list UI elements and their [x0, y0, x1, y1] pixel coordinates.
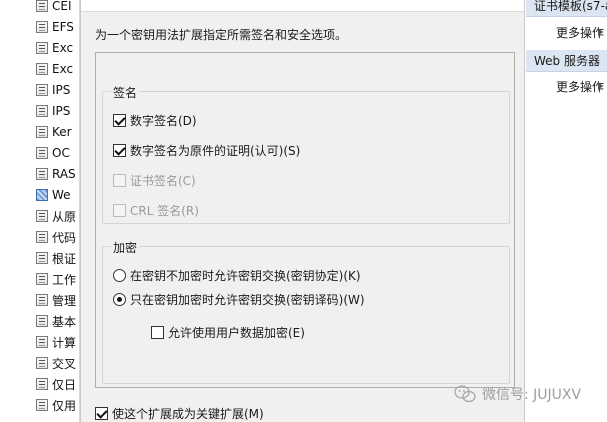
more-actions-link[interactable]: 更多操作 [556, 78, 604, 95]
certificate-template-icon [36, 294, 48, 306]
certificate-template-icon [36, 378, 48, 390]
template-list-item[interactable]: 仅用 [36, 396, 79, 414]
template-list-item-web-server[interactable]: We [36, 186, 79, 204]
more-actions-link[interactable]: 更多操作 [556, 24, 604, 41]
wechat-logo-icon [454, 385, 476, 403]
digital-signature-label: 数字签名(D) [130, 114, 197, 128]
template-list-item[interactable]: EFS [36, 18, 79, 36]
crl-signing-checkbox[interactable]: CRL 签名(R) [113, 202, 199, 219]
template-list-item[interactable]: Exc [36, 39, 79, 57]
key-agreement-label: 在密钥不加密时允许密钥交换(密钥协定)(K) [130, 269, 361, 283]
certificate-template-icon [36, 84, 48, 96]
critical-extension-label: 使这个扩展成为关键扩展(M) [112, 407, 264, 421]
template-list-item[interactable]: 计算 [36, 333, 79, 351]
user-data-encryption-checkbox[interactable]: 允许使用用户数据加密(E) [151, 324, 305, 341]
template-list-item[interactable]: CEI [36, 0, 79, 15]
template-list-item[interactable]: 根证 [36, 249, 79, 267]
dialog-header [81, 0, 524, 12]
checkbox-unchecked-icon [151, 326, 164, 339]
actions-section-header-templates[interactable]: 证书模板(s7-a [526, 0, 607, 17]
key-encipherment-label: 只在密钥加密时允许密钥交换(密钥译码)(W) [130, 293, 365, 307]
certificate-template-icon [36, 0, 48, 12]
template-list-item[interactable]: 工作 [36, 270, 79, 288]
template-list-item[interactable]: 管理 [36, 291, 79, 309]
certificate-template-icon [36, 399, 48, 411]
template-list-item[interactable]: IPS [36, 102, 79, 120]
certificate-template-icon [36, 210, 48, 222]
key-agreement-radio[interactable]: 在密钥不加密时允许密钥交换(密钥协定)(K) [113, 267, 361, 284]
critical-extension-checkbox[interactable]: 使这个扩展成为关键扩展(M) [95, 405, 264, 422]
wechat-watermark: 微信号: JUJUXV [454, 384, 581, 404]
dialog-description: 为一个密钥用法扩展指定所需签名和安全选项。 [95, 28, 348, 42]
certificate-template-icon [36, 168, 48, 180]
actions-section-title: Web 服务器 [534, 54, 600, 68]
non-repudiation-checkbox[interactable]: 数字签名为原件的证明(认可)(S) [113, 142, 300, 159]
encryption-group-title: 加密 [111, 239, 140, 256]
key-encipherment-radio[interactable]: 只在密钥加密时允许密钥交换(密钥译码)(W) [113, 291, 365, 308]
checkbox-disabled-icon [113, 204, 126, 217]
crl-signing-label: CRL 签名(R) [130, 204, 199, 218]
user-data-encryption-label: 允许使用用户数据加密(E) [168, 326, 305, 340]
checkbox-checked-icon [113, 144, 126, 157]
checkbox-checked-icon [113, 114, 126, 127]
certificate-template-icon [36, 126, 48, 138]
certificate-template-icon [36, 273, 48, 285]
checkbox-checked-icon [95, 407, 108, 420]
certificate-template-icon [36, 105, 48, 117]
key-usage-dialog: 为一个密钥用法扩展指定所需签名和安全选项。 签名 数字签名(D) 数字签名为原件… [80, 0, 525, 422]
template-list-item[interactable]: 交叉 [36, 354, 79, 372]
template-list-item[interactable]: 基本 [36, 312, 79, 330]
template-list-item[interactable]: 代码 [36, 228, 79, 246]
dialog-content-area: 签名 数字签名(D) 数字签名为原件的证明(认可)(S) 证书签名(C) CRL… [95, 52, 515, 388]
radio-unselected-icon [113, 269, 126, 282]
certificate-template-icon [36, 147, 48, 159]
template-list-item[interactable]: 从原 [36, 207, 79, 225]
watermark-text: 微信号: JUJUXV [482, 387, 582, 403]
template-list-item[interactable]: IPS [36, 81, 79, 99]
certificate-template-icon [36, 252, 48, 264]
template-list-item[interactable]: 仅日 [36, 375, 79, 393]
signature-group: 签名 数字签名(D) 数字签名为原件的证明(认可)(S) 证书签名(C) CRL… [102, 84, 510, 224]
submenu-arrow-icon [598, 82, 603, 90]
certificate-template-icon [36, 315, 48, 327]
template-list-item[interactable]: RAS [36, 165, 79, 183]
encryption-group: 加密 在密钥不加密时允许密钥交换(密钥协定)(K) 只在密钥加密时允许密钥交换(… [102, 239, 510, 384]
actions-section-title: 证书模板(s7-a [534, 0, 607, 13]
certificate-signing-label: 证书签名(C) [130, 174, 196, 188]
certificate-template-icon [36, 357, 48, 369]
actions-pane: 证书模板(s7-a 更多操作 Web 服务器 更多操作 [526, 0, 607, 422]
certificate-template-icon [36, 231, 48, 243]
certificate-template-icon [36, 42, 48, 54]
actions-section-header-web-server[interactable]: Web 服务器 [526, 50, 607, 72]
template-list: CEI EFS Exc Exc IPS IPS Ker OC RAS We 从原… [0, 0, 80, 422]
signature-group-title: 签名 [111, 84, 140, 101]
template-list-item[interactable]: Ker [36, 123, 79, 141]
template-list-item[interactable]: Exc [36, 60, 79, 78]
certificate-signing-checkbox[interactable]: 证书签名(C) [113, 172, 196, 189]
web-server-template-icon [36, 189, 48, 201]
certificate-template-icon [36, 63, 48, 75]
certificate-template-icon [36, 336, 48, 348]
checkbox-disabled-icon [113, 174, 126, 187]
non-repudiation-label: 数字签名为原件的证明(认可)(S) [130, 144, 301, 158]
certificate-template-icon [36, 21, 48, 33]
digital-signature-checkbox[interactable]: 数字签名(D) [113, 112, 197, 129]
submenu-arrow-icon [598, 28, 603, 36]
template-list-item[interactable]: OC [36, 144, 79, 162]
radio-selected-icon [113, 293, 126, 306]
